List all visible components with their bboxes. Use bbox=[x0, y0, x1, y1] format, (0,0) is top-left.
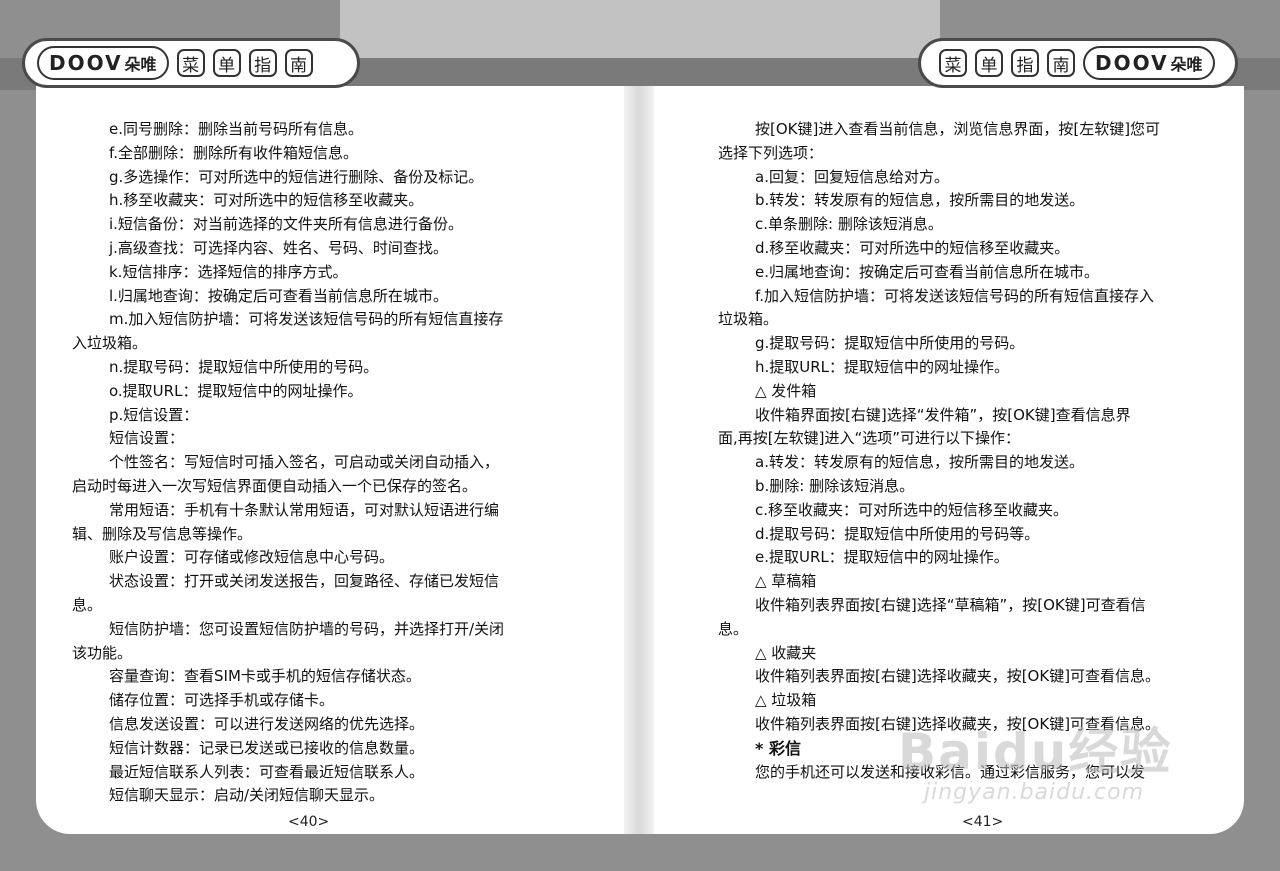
left-page-text: e.同号删除：删除当前号码所有信息。 f.全部删除：删除所有收件箱短信息。 g.多选… bbox=[72, 118, 572, 808]
logo-cn: 朵唯 bbox=[1170, 55, 1203, 74]
page-gutter bbox=[624, 86, 654, 834]
text-line: d.提取号码：提取短信中所使用的号码等。 bbox=[755, 524, 1040, 543]
text-line: 收件箱界面按[右键]选择“发件箱”，按[OK键]查看信息界 bbox=[755, 405, 1131, 424]
text-line: 信息发送设置：可以进行发送网络的优先选择。 bbox=[109, 714, 425, 733]
text-line: n.提取号码：提取短信中所使用的号码。 bbox=[109, 357, 379, 376]
text-line: 该功能。 bbox=[72, 643, 133, 662]
text-line: c.单条删除: 删除该短消息。 bbox=[755, 215, 943, 234]
menu-guide-title: 菜 单 指 南 bbox=[176, 49, 313, 77]
text-line: 个性签名：写短信时可插入签名，可启动或关闭自动插入， bbox=[109, 453, 500, 472]
logo-text: DOOV bbox=[49, 51, 123, 75]
menu-guide-title: 菜 单 指 南 bbox=[939, 49, 1075, 77]
text-line: 辑、删除及写信息等操作。 bbox=[72, 524, 253, 543]
text-line: i.短信备份：对当前选择的文件夹所有信息进行备份。 bbox=[109, 215, 463, 234]
text-line: e.同号删除：删除当前号码所有信息。 bbox=[109, 120, 363, 138]
logo-text: DOOV bbox=[1095, 51, 1169, 75]
text-line: 收件箱列表界面按[右键]选择“草稿箱”，按[OK键]可查看信 bbox=[755, 595, 1146, 614]
text-line: d.移至收藏夹：可对所选中的短信移至收藏夹。 bbox=[755, 238, 1070, 257]
text-line: 息。 bbox=[72, 595, 103, 614]
text-line: 账户设置：可存储或修改短信息中心号码。 bbox=[109, 548, 395, 567]
menu-char: 单 bbox=[212, 49, 241, 77]
text-line: 常用短语：手机有十条默认常用短语，可对默认短语进行编 bbox=[109, 500, 500, 519]
text-line: 入垃圾箱。 bbox=[72, 334, 148, 353]
text-line: b.转发：转发原有的短信息，按所需目的地发送。 bbox=[755, 191, 1085, 210]
left-header: DOOV 朵唯 菜 单 指 南 bbox=[22, 38, 360, 88]
watermark-sub: jingyan.baidu.com bbox=[924, 780, 1145, 805]
text-line: j.高级查找：可选择内容、姓名、号码、时间查找。 bbox=[109, 238, 448, 257]
text-line: 短信计数器：记录已发送或已接收的信息数量。 bbox=[109, 738, 425, 757]
text-line: a.回复：回复短信息给对方。 bbox=[755, 167, 949, 186]
text-line: o.提取URL：提取短信中的网址操作。 bbox=[109, 381, 363, 400]
logo-cn: 朵唯 bbox=[124, 55, 157, 74]
menu-char: 菜 bbox=[939, 49, 967, 77]
text-line: △ 草稿箱 bbox=[755, 572, 817, 591]
menu-char: 单 bbox=[975, 49, 1003, 77]
text-line: f.加入短信防护墙：可将发送该短信号码的所有短信直接存入 bbox=[755, 286, 1154, 305]
doov-logo: DOOV 朵唯 bbox=[37, 46, 169, 80]
watermark-main: Baidu经验 bbox=[898, 723, 1173, 781]
right-header: 菜 单 指 南 DOOV 朵唯 bbox=[918, 38, 1238, 88]
text-line: h.提取URL：提取短信中的网址操作。 bbox=[755, 357, 1010, 376]
baidu-watermark: Baidu经验 jingyan.baidu.com bbox=[898, 712, 1198, 822]
text-line: m.加入短信防护墙：可将发送该短信号码的所有短信直接存 bbox=[109, 310, 504, 329]
menu-char: 南 bbox=[284, 49, 313, 77]
text-line: 容量查询：查看SIM卡或手机的短信存储状态。 bbox=[109, 667, 421, 686]
text-line: p.短信设置： bbox=[109, 405, 199, 424]
text-line: 状态设置：打开或关闭发送报告，回复路径、存储已发短信 bbox=[109, 572, 500, 591]
text-line: 短信聊天显示：启动/关闭短信聊天显示。 bbox=[109, 786, 385, 805]
text-line: 选择下列选项： bbox=[718, 143, 824, 162]
text-line: △ 垃圾箱 bbox=[755, 691, 817, 710]
text-line: △ 发件箱 bbox=[755, 381, 817, 400]
text-line: 短信设置： bbox=[109, 429, 185, 448]
text-line: g.多选操作：可对所选中的短信进行删除、备份及标记。 bbox=[109, 167, 484, 186]
text-line: g.提取号码：提取短信中所使用的号码。 bbox=[755, 334, 1025, 353]
text-line: △ 收藏夹 bbox=[755, 643, 817, 662]
text-line: 按[OK键]进入查看当前信息，浏览信息界面，按[左软键]您可 bbox=[755, 120, 1161, 138]
doov-logo: DOOV 朵唯 bbox=[1083, 46, 1215, 80]
menu-char: 指 bbox=[1011, 49, 1039, 77]
text-line: a.转发：转发原有的短信息，按所需目的地发送。 bbox=[755, 453, 1084, 472]
text-line: l.归属地查询：按确定后可查看当前信息所在城市。 bbox=[109, 286, 448, 305]
menu-char: 菜 bbox=[176, 49, 205, 77]
text-line: b.删除: 删除该短消息。 bbox=[755, 476, 915, 495]
text-line: 面,再按[左软键]进入“选项”可进行以下操作： bbox=[718, 429, 1021, 448]
page-number-left: <40> bbox=[288, 814, 330, 830]
text-line: 短信防护墙：您可设置短信防护墙的号码，并选择打开/关闭 bbox=[109, 619, 505, 638]
menu-char: 指 bbox=[248, 49, 277, 77]
text-line: 储存位置：可选择手机或存储卡。 bbox=[109, 691, 335, 710]
text-line: k.短信排序：选择短信的排序方式。 bbox=[109, 262, 348, 281]
menu-char: 南 bbox=[1047, 49, 1075, 77]
top-tab-background bbox=[340, 0, 940, 60]
text-line: 垃圾箱。 bbox=[718, 310, 779, 329]
text-line: e.归属地查询：按确定后可查看当前信息所在城市。 bbox=[755, 262, 1099, 281]
right-page-text: 按[OK键]进入查看当前信息，浏览信息界面，按[左软键]您可选择下列选项： a.回… bbox=[718, 118, 1208, 784]
text-line: 息。 bbox=[718, 619, 749, 638]
text-line: 启动时每进入一次写短信界面便自动插入一个已保存的签名。 bbox=[72, 476, 478, 495]
text-line: 最近短信联系人列表：可查看最近短信联系人。 bbox=[109, 762, 425, 781]
text-line: 收件箱列表界面按[右键]选择收藏夹，按[OK键]可查看信息。 bbox=[755, 667, 1161, 686]
text-line: e.提取URL：提取短信中的网址操作。 bbox=[755, 548, 1009, 567]
text-line: c.移至收藏夹：可对所选中的短信移至收藏夹。 bbox=[755, 500, 1069, 519]
text-line: f.全部删除：删除所有收件箱短信息。 bbox=[109, 143, 358, 162]
text-line: h.移至收藏夹：可对所选中的短信移至收藏夹。 bbox=[109, 191, 424, 210]
